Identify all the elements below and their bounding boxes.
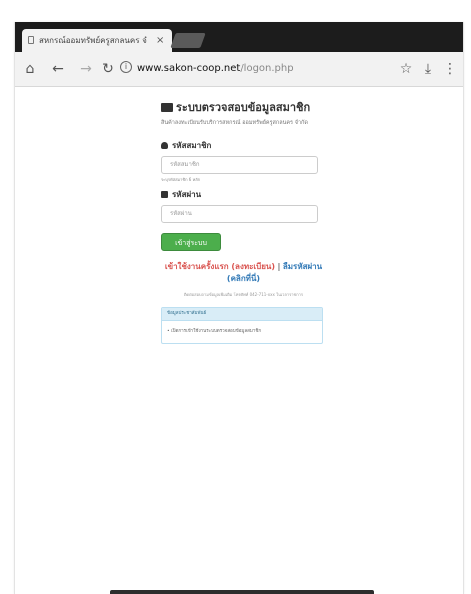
- home-icon[interactable]: ⌂: [21, 59, 39, 79]
- back-icon[interactable]: ←: [49, 59, 67, 79]
- member-id-label-text: รหัสสมาชิก: [172, 141, 212, 150]
- link-separator: |: [277, 262, 281, 271]
- page-title: ระบบตรวจสอบข้อมูลสมาชิก: [161, 101, 326, 115]
- download-icon[interactable]: ⤓: [419, 59, 437, 79]
- notice-title: ข้อมูลประชาสัมพันธ์: [162, 308, 322, 321]
- tab-bar: สหกรณ์ออมทรัพย์ครูสกลนคร จำ ×: [15, 22, 463, 52]
- member-id-input[interactable]: รหัสสมาชิก: [161, 156, 318, 174]
- page-content: ระบบตรวจสอบข้อมูลสมาชิก สินค้าลงทะเบียนร…: [15, 87, 463, 594]
- page-subtitle: สินค้าลงทะเบียนรับบริการสหกรณ์ ออมทรัพย์…: [161, 120, 308, 126]
- notice-panel: ข้อมูลประชาสัมพันธ์ • เปิดการเข้าใช้งานร…: [161, 307, 323, 344]
- url-domain: www.sakon-coop.net: [137, 63, 241, 74]
- reload-icon[interactable]: ↻: [99, 59, 117, 79]
- member-id-hint: ระบุรหัสสมาชิก 6 หลัก: [161, 177, 201, 182]
- contact-note: ติดต่อสอบถามข้อมูลเพิ่มเติม โทรศัพท์ 042…: [183, 292, 304, 297]
- url-path: /logon.php: [240, 63, 294, 74]
- user-icon: [161, 142, 168, 149]
- password-input[interactable]: รหัสผ่าน: [161, 205, 318, 223]
- browser-toolbar: ⌂ ← → ↻ i www.sakon-coop.net/logon.php ☆…: [15, 52, 463, 87]
- page-title-text: ระบบตรวจสอบข้อมูลสมาชิก: [176, 101, 311, 114]
- tab-title: สหกรณ์ออมทรัพย์ครูสกลนคร จำ: [39, 36, 147, 45]
- close-tab-icon[interactable]: ×: [156, 29, 164, 52]
- info-icon[interactable]: i: [120, 61, 132, 73]
- account-links: เข้าใช้งานครั้งแรก (ลงทะเบียน) | ลืมรหัส…: [161, 261, 326, 285]
- page-icon: [28, 36, 34, 44]
- login-button[interactable]: เข้าสู่ระบบ: [161, 233, 221, 251]
- new-tab-button[interactable]: [170, 33, 206, 48]
- lock-icon: [161, 191, 168, 198]
- browser-window: สหกรณ์ออมทรัพย์ครูสกลนคร จำ × ⌂ ← → ↻ i …: [14, 22, 464, 594]
- notice-body: • เปิดการเข้าใช้งานระบบตรวจสอบข้อมูลสมาช…: [167, 329, 262, 334]
- register-link[interactable]: เข้าใช้งานครั้งแรก (ลงทะเบียน): [165, 262, 275, 271]
- address-bar[interactable]: www.sakon-coop.net/logon.php: [137, 60, 294, 78]
- password-label-text: รหัสผ่าน: [172, 190, 202, 199]
- folder-open-icon: [161, 103, 173, 112]
- bottom-toast: [110, 590, 374, 594]
- login-panel: ระบบตรวจสอบข้อมูลสมาชิก สินค้าลงทะเบียนร…: [161, 101, 326, 344]
- member-id-label: รหัสสมาชิก: [161, 140, 326, 152]
- star-icon[interactable]: ☆: [397, 59, 415, 79]
- menu-icon[interactable]: ⋮: [441, 59, 459, 79]
- forward-icon[interactable]: →: [77, 59, 95, 79]
- password-label: รหัสผ่าน: [161, 189, 326, 201]
- browser-tab[interactable]: สหกรณ์ออมทรัพย์ครูสกลนคร จำ ×: [22, 29, 172, 52]
- login-button-label: เข้าสู่ระบบ: [175, 239, 207, 247]
